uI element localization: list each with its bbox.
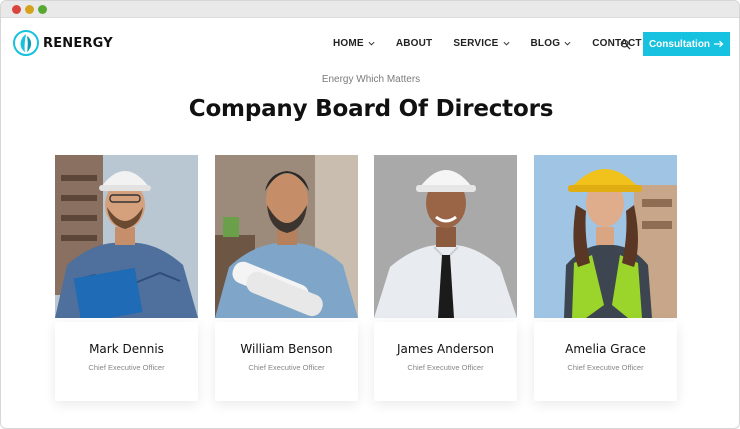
member-name: Amelia Grace: [565, 342, 646, 356]
member-name: Mark Dennis: [89, 342, 164, 356]
team-photo: [55, 155, 198, 318]
nav-blog[interactable]: BLOG: [531, 38, 572, 49]
team-card[interactable]: William Benson Chief Executive Officer: [215, 155, 358, 401]
team-photo: [534, 155, 677, 318]
engineer-photo-image: [534, 155, 677, 318]
team-card[interactable]: Amelia Grace Chief Executive Officer: [534, 155, 677, 401]
brand-logo[interactable]: RENERGY: [13, 30, 113, 56]
nav-service-label: SERVICE: [453, 38, 499, 49]
nav-home[interactable]: HOME: [333, 38, 375, 49]
team-photo: [215, 155, 358, 318]
engineer-photo-image: [55, 155, 198, 318]
arrow-right-icon: [714, 40, 724, 48]
chevron-down-icon: [564, 41, 571, 46]
team-info: Mark Dennis Chief Executive Officer: [55, 322, 198, 401]
member-role: Chief Executive Officer: [248, 363, 325, 372]
consultation-button[interactable]: Consultation: [643, 32, 730, 56]
browser-window: RENERGY HOME ABOUT SERVICE BLOG CONTACT: [0, 0, 740, 429]
section-eyebrow: Energy Which Matters: [321, 74, 421, 85]
member-name: William Benson: [240, 342, 333, 356]
nav-about-label: ABOUT: [395, 38, 433, 49]
team-info: Amelia Grace Chief Executive Officer: [534, 322, 677, 401]
close-window-button[interactable]: [12, 5, 21, 14]
main-menu: HOME ABOUT SERVICE BLOG CONTACT: [333, 38, 642, 49]
search-icon[interactable]: [620, 39, 631, 50]
engineer-photo-image: [374, 155, 517, 318]
consultation-label: Consultation: [648, 38, 711, 50]
nav-contact[interactable]: CONTACT: [592, 38, 642, 49]
member-role: Chief Executive Officer: [88, 363, 165, 372]
nav-service[interactable]: SERVICE: [453, 38, 509, 49]
leaf-logo-icon: [13, 30, 39, 56]
nav-contact-label: CONTACT: [592, 38, 642, 49]
chevron-down-icon: [503, 41, 509, 46]
team-photo: [374, 155, 517, 318]
chevron-down-icon: [368, 41, 375, 46]
section-title: Company Board Of Directors: [188, 96, 554, 122]
member-name: James Anderson: [397, 342, 494, 356]
nav-about[interactable]: ABOUT: [396, 38, 433, 49]
browser-titlebar: [1, 1, 739, 18]
maximize-window-button[interactable]: [38, 5, 47, 14]
member-role: Chief Executive Officer: [567, 363, 644, 372]
executive-photo-image: [215, 155, 358, 318]
team-card[interactable]: Mark Dennis Chief Executive Officer: [55, 155, 198, 401]
team-info: James Anderson Chief Executive Officer: [374, 322, 517, 401]
team-card[interactable]: James Anderson Chief Executive Officer: [374, 155, 517, 401]
nav-blog-label: BLOG: [530, 38, 561, 49]
brand-name: RENERGY: [43, 35, 113, 51]
member-role: Chief Executive Officer: [407, 363, 484, 372]
team-info: William Benson Chief Executive Officer: [215, 322, 358, 401]
minimize-window-button[interactable]: [25, 5, 34, 14]
nav-home-label: HOME: [333, 38, 364, 49]
